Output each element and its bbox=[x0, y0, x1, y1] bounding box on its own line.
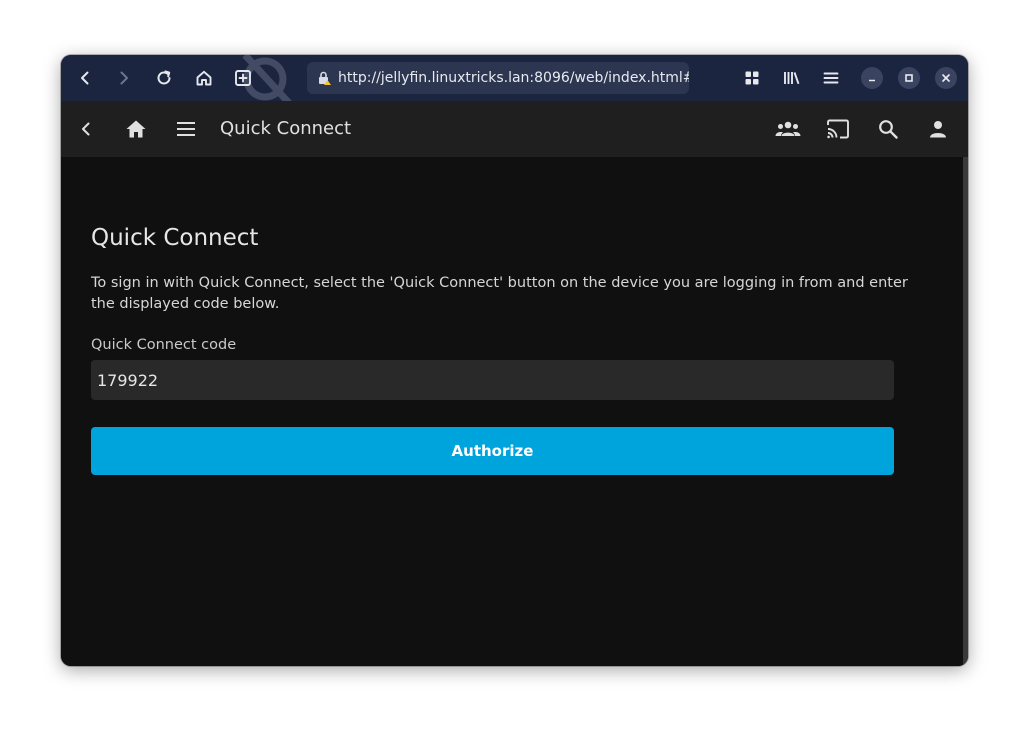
minimize-button[interactable] bbox=[861, 67, 883, 89]
close-icon bbox=[942, 74, 950, 82]
url-text: http://jellyfin.linuxtricks.lan:8096/web… bbox=[338, 70, 689, 86]
browser-reload-button[interactable] bbox=[150, 64, 178, 92]
address-bar[interactable]: http://jellyfin.linuxtricks.lan:8096/web… bbox=[307, 62, 689, 94]
section-heading: Quick Connect bbox=[91, 225, 259, 251]
users-icon bbox=[775, 121, 801, 136]
browser-home-button[interactable] bbox=[190, 64, 218, 92]
new-tab-icon bbox=[235, 70, 251, 86]
browser-toolbar: http://jellyfin.linuxtricks.lan:8096/web… bbox=[61, 55, 968, 106]
cast-icon bbox=[827, 119, 849, 139]
authorize-button[interactable]: Authorize bbox=[91, 427, 894, 475]
users-button[interactable] bbox=[773, 114, 803, 144]
user-icon bbox=[930, 121, 946, 138]
app-header: Quick Connect bbox=[61, 101, 968, 157]
library-button[interactable] bbox=[778, 64, 806, 92]
maximize-button[interactable] bbox=[898, 67, 920, 89]
forward-icon bbox=[120, 71, 128, 85]
instructions-text: To sign in with Quick Connect, select th… bbox=[91, 275, 908, 312]
scrollbar[interactable] bbox=[963, 157, 968, 666]
reload-icon bbox=[157, 70, 171, 85]
header-home-button[interactable] bbox=[121, 114, 151, 144]
browser-new-tab-button[interactable] bbox=[229, 64, 257, 92]
page-title: Quick Connect bbox=[220, 118, 352, 139]
apps-grid-button[interactable] bbox=[738, 64, 766, 92]
back-icon bbox=[81, 71, 89, 85]
main-content: Quick Connect To sign in with Quick Conn… bbox=[61, 157, 968, 666]
back-arrow-icon bbox=[82, 122, 90, 136]
apps-grid-icon bbox=[745, 71, 759, 85]
menu-icon bbox=[823, 72, 839, 84]
search-icon bbox=[879, 120, 898, 139]
browser-back-button[interactable] bbox=[71, 64, 99, 92]
home-icon bbox=[126, 120, 146, 138]
hamburger-menu-icon bbox=[177, 122, 195, 136]
header-menu-button[interactable] bbox=[171, 114, 201, 144]
maximize-icon bbox=[905, 74, 913, 82]
browser-menu-button[interactable] bbox=[817, 64, 845, 92]
search-button[interactable] bbox=[873, 114, 903, 144]
code-label: Quick Connect code bbox=[91, 337, 237, 353]
close-button[interactable] bbox=[935, 67, 957, 89]
library-icon bbox=[784, 72, 800, 85]
cast-button[interactable] bbox=[823, 114, 853, 144]
browser-window: http://jellyfin.linuxtricks.lan:8096/web… bbox=[61, 55, 968, 666]
browser-forward-button[interactable] bbox=[110, 64, 138, 92]
lock-icon bbox=[316, 70, 332, 86]
quick-connect-code-input[interactable] bbox=[91, 360, 894, 400]
home-icon bbox=[196, 70, 212, 86]
minimize-icon bbox=[869, 79, 875, 82]
user-button[interactable] bbox=[923, 114, 953, 144]
header-back-button[interactable] bbox=[71, 114, 101, 144]
